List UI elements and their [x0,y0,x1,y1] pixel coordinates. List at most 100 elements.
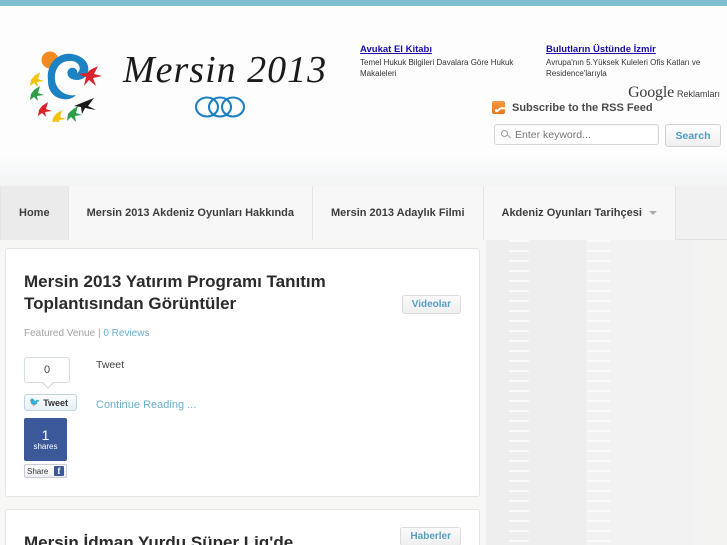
twitter-count-bubble: 0 [24,357,70,389]
sidebar-placeholder-line [587,510,611,512]
post-reviews-link[interactable]: 0 Reviews [103,328,149,339]
sidebar-panel-primary [486,240,586,545]
tweet-button-label: Tweet [43,397,69,408]
sidebar-placeholder-line [509,490,529,492]
sidebar-placeholder-line [587,270,611,272]
page-root: Mersin 2013 Avukat El Kitabı Temel Hukuk… [0,0,727,545]
facebook-icon: f [54,466,64,476]
sidebar [486,240,727,545]
sidebar-placeholder-line [587,360,611,362]
post-title[interactable]: Mersin 2013 Yatırım Programı Tanıtım Top… [24,271,369,315]
sidebar-placeholder-line [587,370,611,372]
sidebar-placeholder-line [509,440,529,442]
search-form: Search [494,124,721,147]
sidebar-placeholder-line [587,500,611,502]
sidebar-placeholder-line [587,430,611,432]
sidebar-placeholder-line [509,450,529,452]
sidebar-placeholder-line [509,310,529,312]
sidebar-placeholder-line [587,450,611,452]
sidebar-placeholder-line [587,280,611,282]
post-meta: Featured Venue | 0 Reviews [24,328,461,339]
sidebar-placeholder-line [509,480,529,482]
ad-slot-1[interactable]: Avukat El Kitabı Temel Hukuk Bilgileri D… [360,44,532,79]
sidebar-placeholder-line [509,460,529,462]
sidebar-placeholder-line [587,300,611,302]
sidebar-placeholder-line [587,460,611,462]
post-category-badge[interactable]: Videolar [401,295,461,314]
post-body: 0 🐦 Tweet 1 shares Share f Tweet Continu… [24,357,461,478]
nav-item-home[interactable]: Home [0,186,69,240]
sidebar-placeholder-line [587,470,611,472]
sidebar-placeholder-line [509,330,529,332]
sidebar-placeholder-line [587,330,611,332]
twitter-bird-icon: 🐦 [29,397,41,407]
sidebar-placeholder-line [587,340,611,342]
google-wordmark: Google [628,84,674,101]
sidebar-placeholder-line [509,240,529,242]
search-icon [501,130,508,137]
sidebar-placeholder-line [509,260,529,262]
sidebar-placeholder-line [509,530,529,532]
sidebar-placeholder-line [587,240,611,242]
sidebar-placeholder-line [509,380,529,382]
facebook-share-unit: shares [33,441,58,451]
sidebar-placeholder-line [509,300,529,302]
sidebar-placeholder-line [587,350,611,352]
sidebar-placeholder-line [509,520,529,522]
sidebar-placeholder-line [509,420,529,422]
facebook-share-button[interactable]: Share f [24,464,67,478]
search-button[interactable]: Search [665,124,721,147]
sidebar-placeholder-line [587,520,611,522]
post-meta-prefix: Featured Venue | [24,328,104,339]
google-ads-block: Avukat El Kitabı Temel Hukuk Bilgileri D… [360,44,720,101]
ad-title[interactable]: Avukat El Kitabı [360,44,532,56]
search-field-wrapper[interactable] [494,124,659,145]
social-share-column: 0 🐦 Tweet 1 shares Share f [24,357,86,478]
continue-reading-link[interactable]: Continue Reading ... [96,399,196,411]
content-area: Mersin 2013 Yatırım Programı Tanıtım Top… [0,240,727,545]
sidebar-placeholder-lines-left [509,240,529,545]
facebook-share-number: 1 [41,426,50,443]
ad-slot-2[interactable]: Bulutların Üstünde İzmir Avrupa'nın 5.Yü… [546,44,718,79]
sidebar-placeholder-line [509,430,529,432]
rss-subscribe-link[interactable]: Subscribe to the RSS Feed [492,101,653,114]
facebook-share-label: Share [27,466,49,476]
ad-description: Temel Hukuk Bilgileri Davalara Göre Huku… [360,58,514,78]
sidebar-placeholder-line [587,320,611,322]
nav-item-hakkinda[interactable]: Mersin 2013 Akdeniz Oyunları Hakkında [68,186,314,240]
ad-title[interactable]: Bulutların Üstünde İzmir [546,44,718,56]
sidebar-placeholder-line [509,510,529,512]
site-logo[interactable]: Mersin 2013 [28,38,326,124]
post-title[interactable]: Mersin İdman Yurdu Süper Lig'de [24,532,369,545]
tweet-word-label: Tweet [96,359,125,371]
nav-item-label: Home [19,207,50,219]
sidebar-placeholder-line [587,410,611,412]
sidebar-placeholder-line [587,390,611,392]
sidebar-placeholder-line [509,500,529,502]
sidebar-placeholder-line [587,380,611,382]
sidebar-placeholder-line [509,280,529,282]
rss-icon [492,101,505,114]
tweet-button[interactable]: 🐦 Tweet [24,394,77,411]
nav-item-adaylik-filmi[interactable]: Mersin 2013 Adaylık Filmi [313,186,484,240]
main-navigation: Home Mersin 2013 Akdeniz Oyunları Hakkın… [0,186,727,240]
sidebar-placeholder-line [587,540,611,542]
search-input[interactable] [513,125,655,144]
ad-description: Avrupa'nın 5.Yüksek Kuleleri Ofis Katlar… [546,58,701,78]
sidebar-placeholder-line [509,360,529,362]
sidebar-placeholder-line [587,250,611,252]
sidebar-placeholder-line [509,270,529,272]
sidebar-placeholder-line [509,470,529,472]
sidebar-placeholder-line [587,440,611,442]
sidebar-placeholder-line [509,540,529,542]
post-category-badge[interactable]: Haberler [400,527,461,545]
sidebar-placeholder-line [509,340,529,342]
sidebar-placeholder-line [587,490,611,492]
post-item: Mersin İdman Yurdu Süper Lig'de Haberler… [5,509,480,545]
facebook-share-count: 1 shares [24,418,67,461]
nav-item-tarihcesi[interactable]: Akdeniz Oyunları Tarihçesi [483,186,676,240]
sidebar-placeholder-line [587,260,611,262]
rss-label: Subscribe to the RSS Feed [512,101,653,114]
sidebar-placeholder-line [509,400,529,402]
sidebar-placeholder-line [587,290,611,292]
